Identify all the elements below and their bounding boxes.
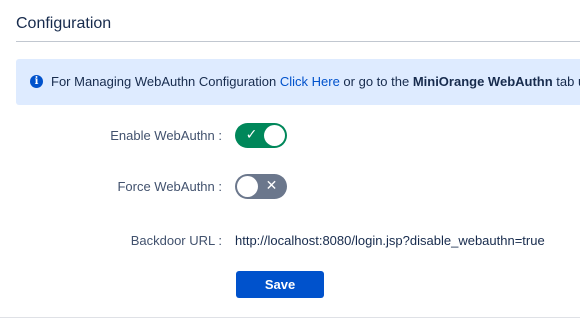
info-icon: i	[30, 75, 43, 88]
force-webauthn-toggle[interactable]: ✕	[235, 174, 287, 199]
cross-icon: ✕	[265, 178, 278, 194]
force-webauthn-label: Force WebAuthn :	[117, 179, 222, 194]
info-text-before: For Managing WebAuthn Configuration	[51, 74, 280, 89]
toggle-knob	[237, 176, 258, 197]
checkmark-icon: ✓	[245, 127, 258, 143]
backdoor-url-label: Backdoor URL :	[130, 233, 222, 248]
title-divider	[16, 41, 580, 42]
backdoor-url-value: http://localhost:8080/login.jsp?disable_…	[235, 233, 545, 248]
toggle-knob	[264, 125, 285, 146]
enable-webauthn-row: Enable WebAuthn : ✓	[0, 121, 580, 151]
info-text-middle: or go to the	[339, 74, 413, 89]
save-button[interactable]: Save	[236, 271, 324, 298]
bottom-divider	[0, 317, 580, 318]
backdoor-url-row: Backdoor URL : http://localhost:8080/log…	[0, 226, 580, 256]
enable-webauthn-toggle[interactable]: ✓	[235, 123, 287, 148]
click-here-link[interactable]: Click Here	[280, 74, 340, 89]
miniorange-webauthn-tab-name: MiniOrange WebAuthn	[412, 74, 553, 89]
info-text-after: tab under	[556, 74, 580, 89]
configuration-page: Configuration i For Managing WebAuthn Co…	[0, 0, 580, 329]
force-webauthn-row: Force WebAuthn : ✕	[0, 172, 580, 202]
info-message: For Managing WebAuthn Configuration Clic…	[51, 74, 580, 89]
info-banner: i For Managing WebAuthn Configuration Cl…	[16, 59, 580, 105]
section-title: Configuration	[16, 15, 112, 32]
enable-webauthn-label: Enable WebAuthn :	[110, 128, 222, 143]
